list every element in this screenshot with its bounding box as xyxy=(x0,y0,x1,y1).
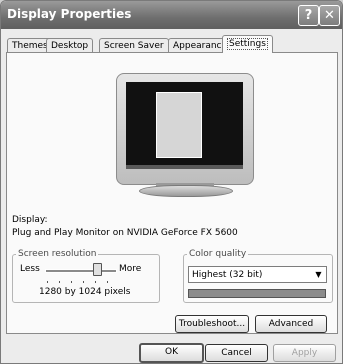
tab-screen-saver[interactable]: Screen Saver xyxy=(99,38,169,53)
tab-desktop-label: Desktop xyxy=(51,41,89,51)
window-title: Display Properties xyxy=(7,7,132,21)
title-bar[interactable]: Display Properties ? ✕ xyxy=(1,1,342,29)
tab-appearance-label: Appearance xyxy=(173,41,228,51)
chevron-down-icon[interactable]: ▼ xyxy=(313,269,324,280)
tab-themes-label: Themes xyxy=(12,41,48,51)
slider-tick xyxy=(95,281,96,283)
resolution-value: 1280 by 1024 pixels xyxy=(39,287,131,297)
slider-tick xyxy=(47,281,48,283)
ok-button[interactable]: OK xyxy=(139,343,204,363)
troubleshoot-button[interactable]: Troubleshoot... xyxy=(175,315,249,333)
display-value: Plug and Play Monitor on NVIDIA GeForce … xyxy=(12,228,238,238)
monitor-preview xyxy=(116,73,254,185)
tab-screen-saver-label: Screen Saver xyxy=(104,41,164,51)
color-quality-select[interactable]: Highest (32 bit) ▼ xyxy=(188,266,327,283)
slider-tick xyxy=(59,281,60,283)
color-preview-bar xyxy=(188,289,326,298)
resolution-less-label: Less xyxy=(20,264,40,274)
slider-tick xyxy=(83,281,84,283)
close-button[interactable]: ✕ xyxy=(319,5,340,26)
tab-desktop[interactable]: Desktop xyxy=(46,38,94,53)
screen-resolution-legend: Screen resolution xyxy=(18,249,97,259)
color-quality-selected: Highest (32 bit) xyxy=(192,270,263,280)
preview-taskbar xyxy=(126,165,243,169)
tab-settings-label: Settings xyxy=(227,38,268,50)
color-quality-legend: Color quality xyxy=(189,249,247,259)
tab-settings[interactable]: Settings xyxy=(222,35,273,53)
monitor-stand xyxy=(139,185,233,197)
advanced-button[interactable]: Advanced xyxy=(255,315,327,333)
slider-tick xyxy=(71,281,72,283)
monitor-screen xyxy=(126,82,243,169)
cancel-button[interactable]: Cancel xyxy=(205,344,268,362)
display-label: Display: xyxy=(12,215,48,225)
slider-tick xyxy=(107,281,108,283)
help-button[interactable]: ? xyxy=(298,5,319,26)
resolution-slider-thumb[interactable] xyxy=(93,263,102,276)
settings-panel: Display: Plug and Play Monitor on NVIDIA… xyxy=(6,52,338,334)
resolution-slider[interactable] xyxy=(45,269,117,273)
apply-button[interactable]: Apply xyxy=(273,344,336,362)
preview-window xyxy=(156,92,202,158)
resolution-more-label: More xyxy=(119,264,142,274)
display-properties-window: Display Properties ? ✕ Themes Desktop Sc… xyxy=(0,0,343,364)
